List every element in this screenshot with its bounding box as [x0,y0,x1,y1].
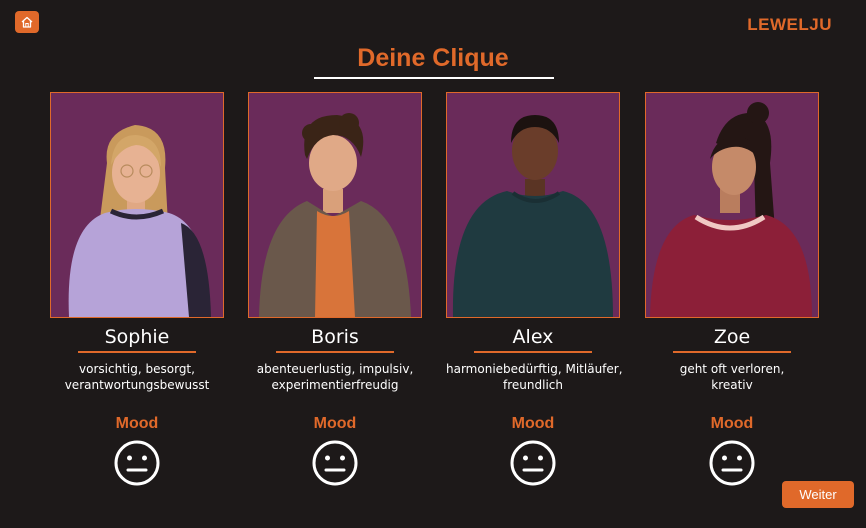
character-traits: abenteuerlustig, impulsiv, experimentier… [256,361,414,392]
character-name: Alex [512,326,554,348]
neutral-face-icon [709,440,755,485]
character-name: Boris [311,326,359,348]
mood-label: Mood [115,414,159,432]
portrait-sophie [50,92,224,318]
name-underline [78,351,196,353]
name-underline [276,351,394,353]
mood-label: Mood [710,414,754,432]
neutral-face-icon [312,440,358,485]
portrait-alex [446,92,620,318]
character-card-boris[interactable]: Boris abenteuerlustig, impulsiv, experim… [248,92,422,487]
neutral-face-icon [114,440,160,485]
character-name: Sophie [104,326,170,348]
character-card-alex[interactable]: Alex harmoniebedürftig, Mitläufer, freun… [446,92,623,487]
next-button[interactable]: Weiter [782,481,854,508]
brand-logo: LEWELJU [747,15,832,34]
character-name: Zoe [713,326,751,348]
home-icon [21,16,33,28]
mood-label: Mood [511,414,555,432]
title-underline [314,77,554,79]
portrait-zoe [645,92,819,318]
page-title: Deine Clique [357,44,509,72]
character-traits: geht oft verloren, kreativ [679,361,785,392]
mood-label: Mood [313,414,357,432]
name-underline [673,351,791,353]
name-underline [474,351,592,353]
character-card-sophie[interactable]: Sophie vorsichtig, besorgt, verantwortun… [50,92,224,487]
character-traits: vorsichtig, besorgt, verantwortungsbewus… [64,361,210,392]
character-traits: harmoniebedürftig, Mitläufer, freundlich [446,361,623,392]
portrait-boris [248,92,422,318]
character-card-zoe[interactable]: Zoe geht oft verloren, kreativ Mood [645,92,819,487]
home-button[interactable] [15,11,39,33]
neutral-face-icon [510,440,556,485]
